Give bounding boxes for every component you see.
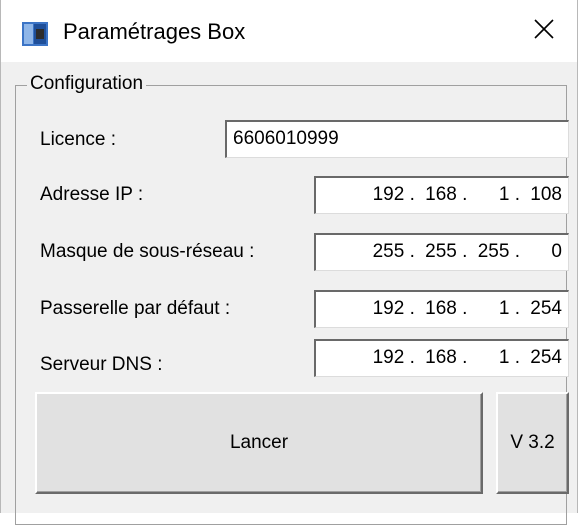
launch-button-label: Lancer [229, 432, 289, 453]
gateway-octet-4[interactable]: 254 [520, 297, 562, 321]
version-button-label: V 3.2 [510, 432, 555, 453]
mask-octet-2[interactable]: 255 [415, 240, 457, 264]
licence-label: Licence : [40, 129, 117, 150]
dns-server-field[interactable]: 192 . 168 .1 . 254 [314, 339, 569, 377]
ip-octet-4[interactable]: 108 [520, 183, 562, 207]
mask-octet-1[interactable]: 255 [354, 240, 405, 264]
mask-octet-4[interactable]: 0 [520, 240, 562, 264]
gateway-octet-2[interactable]: 168 [415, 297, 457, 321]
window-title: Paramétrages Box [63, 19, 246, 44]
licence-field[interactable]: 6606010999 [225, 120, 569, 158]
settings-window: Paramétrages Box Configuration Licence :… [0, 0, 578, 525]
subnet-mask-field[interactable]: 255 . 255 . 255 .0 [314, 233, 569, 271]
title-bar[interactable]: Paramétrages Box [1, 0, 577, 62]
dns-octet-2[interactable]: 168 [415, 346, 457, 370]
configuration-group-label: Configuration [27, 72, 147, 96]
gateway-field[interactable]: 192 . 168 .1 . 254 [314, 290, 569, 328]
dns-octet-3[interactable]: 1 [467, 346, 510, 370]
close-icon [533, 18, 555, 45]
dns-server-label: Serveur DNS : [40, 354, 163, 375]
dns-octet-1[interactable]: 192 [354, 346, 405, 370]
ip-octet-3[interactable]: 1 [467, 183, 510, 207]
gateway-label: Passerelle par défaut : [40, 298, 231, 319]
gateway-octet-3[interactable]: 1 [467, 297, 510, 321]
gateway-octet-1[interactable]: 192 [354, 297, 405, 321]
version-button[interactable]: V 3.2 [496, 392, 569, 494]
subnet-mask-label: Masque de sous-réseau : [40, 241, 255, 262]
ip-octet-2[interactable]: 168 [415, 183, 457, 207]
ip-address-field[interactable]: 192 . 168 .1 . 108 [314, 176, 569, 214]
mask-octet-3[interactable]: 255 [467, 240, 510, 264]
close-button[interactable] [511, 0, 577, 62]
launch-button[interactable]: Lancer [35, 392, 483, 494]
box-app-icon [21, 20, 49, 48]
dns-octet-4[interactable]: 254 [520, 346, 562, 370]
ip-octet-1[interactable]: 192 [354, 183, 405, 207]
ip-address-label: Adresse IP : [40, 184, 144, 205]
